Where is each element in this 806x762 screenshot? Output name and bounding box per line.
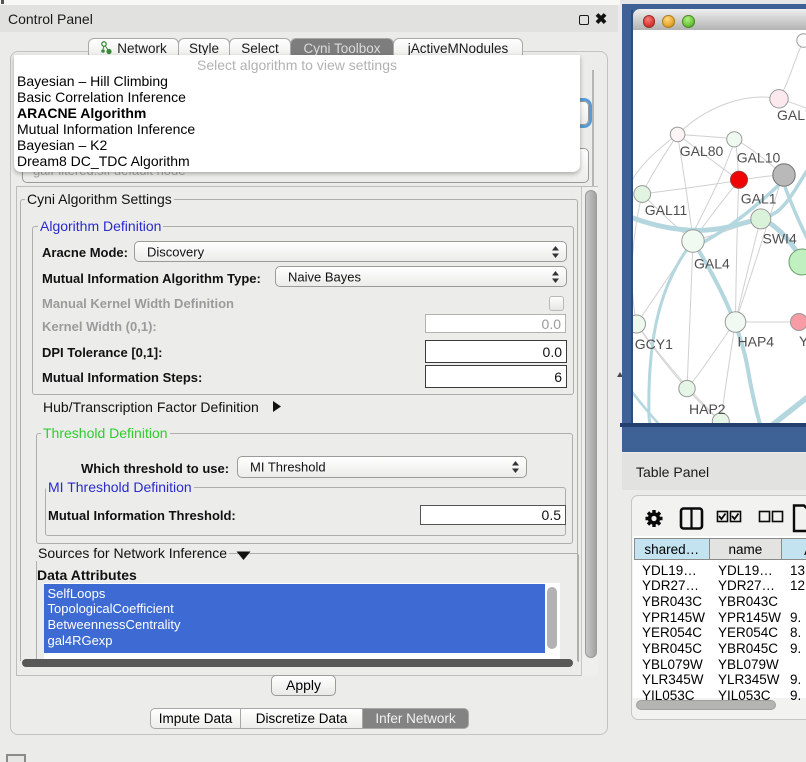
svg-text:GCY1: GCY1 xyxy=(635,336,673,352)
svg-text:GAL1: GAL1 xyxy=(741,191,777,207)
svg-text:HAP4: HAP4 xyxy=(738,334,775,350)
svg-text:GAL10: GAL10 xyxy=(737,150,781,166)
svg-text:HAP2: HAP2 xyxy=(689,401,726,417)
svg-text:GAL4: GAL4 xyxy=(694,256,730,272)
svg-text:GAL11: GAL11 xyxy=(645,202,688,218)
svg-text:Y: Y xyxy=(799,333,806,349)
svg-text:GAL80: GAL80 xyxy=(680,143,724,159)
svg-text:GAL7: GAL7 xyxy=(777,107,806,123)
svg-text:SWI4: SWI4 xyxy=(763,231,797,247)
